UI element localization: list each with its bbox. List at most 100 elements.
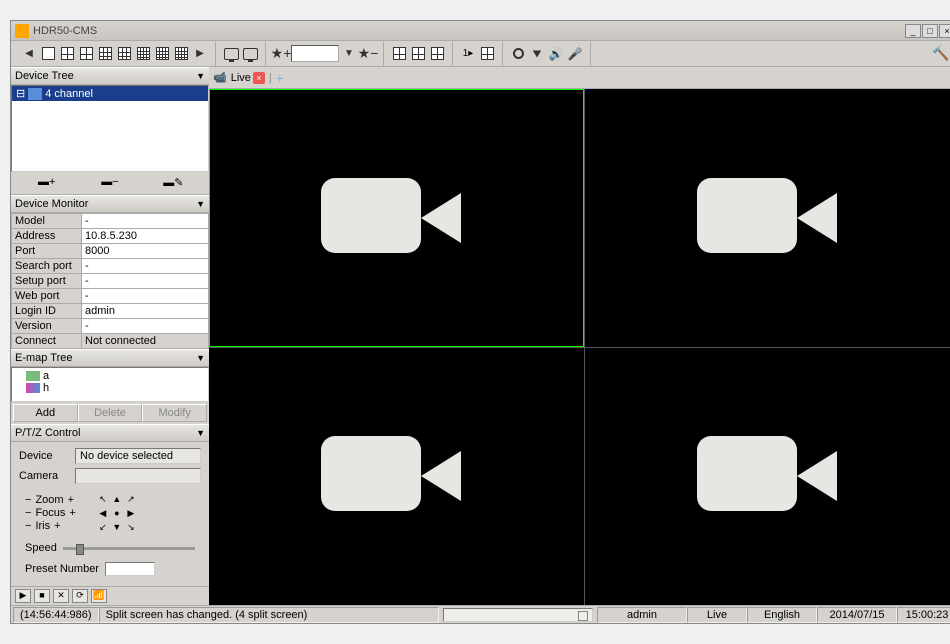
bottom-btn-3[interactable]: ✕ <box>53 589 69 603</box>
screen-settings-button[interactable] <box>241 45 259 63</box>
video-cell-4[interactable] <box>585 348 950 606</box>
map-icon <box>26 371 40 381</box>
focus-out-button[interactable]: − <box>25 507 31 519</box>
emap-item-a[interactable]: a <box>16 370 204 382</box>
add-device-button[interactable]: ▬+ <box>35 176 59 190</box>
ptz-direction-pad: ↖▲↗ ◀●▶ ↙▼↘ <box>96 492 138 534</box>
ptz-camera-value <box>75 468 201 484</box>
grid-button-2[interactable] <box>409 45 427 63</box>
ptz-left[interactable]: ◀ <box>96 506 110 520</box>
device-tree-header: Device Tree ▼ <box>11 67 209 85</box>
sidebar: Device Tree ▼ ⊟ 4 channel ▬+ ▬− ▬✎ Devic… <box>11 67 209 605</box>
zoom-in-button[interactable]: + <box>68 494 74 506</box>
emap-add-button[interactable]: Add <box>13 404 78 422</box>
status-date: 2014/07/15 <box>817 607 897 623</box>
snapshot-button[interactable] <box>528 45 546 63</box>
live-tab[interactable]: Live × <box>231 72 265 84</box>
minimize-button[interactable]: _ <box>905 24 921 38</box>
grid-button-1[interactable] <box>390 45 408 63</box>
close-tab-button[interactable]: × <box>253 72 265 84</box>
speaker-icon: 🔊 <box>549 47 564 61</box>
audio-button[interactable]: 🔊 <box>547 45 565 63</box>
collapse-icon[interactable]: ▼ <box>196 428 205 438</box>
grid-button-3[interactable] <box>428 45 446 63</box>
device-tree-toolbar: ▬+ ▬− ▬✎ <box>11 172 209 195</box>
layout-1p5-button[interactable] <box>77 45 95 63</box>
zoom-out-button[interactable]: − <box>25 494 31 506</box>
speed-label: Speed <box>25 542 57 554</box>
video-cell-1[interactable] <box>209 89 584 347</box>
focus-label: Focus <box>35 507 65 519</box>
iris-in-button[interactable]: + <box>54 520 60 532</box>
favorite-input[interactable] <box>291 45 339 62</box>
ptz-right[interactable]: ▶ <box>124 506 138 520</box>
ptz-center[interactable]: ● <box>110 506 124 520</box>
preset-input[interactable] <box>105 562 155 576</box>
settings-button[interactable]: 🔨 <box>932 45 950 63</box>
emap-header: E-map Tree ▼ <box>11 349 209 367</box>
iris-out-button[interactable]: − <box>25 520 31 532</box>
preset-label: Preset Number <box>25 563 99 575</box>
status-mode: Live <box>687 607 747 623</box>
ptz-panel: Device No device selected Camera −Zoom+ … <box>11 442 209 586</box>
bottom-btn-2[interactable]: ■ <box>34 589 50 603</box>
status-user: admin <box>597 607 687 623</box>
ptz-camera-label: Camera <box>19 470 69 482</box>
remove-favorite-button[interactable]: ★− <box>359 45 377 63</box>
layout-4x4-button[interactable] <box>134 45 152 63</box>
device-tree[interactable]: ⊟ 4 channel <box>11 85 209 172</box>
main-toolbar: ◀ ▶ ★+ ▼ ★− 1▸ <box>11 41 950 67</box>
layout-1x1-button[interactable] <box>39 45 57 63</box>
next-layout-button[interactable]: ▶ <box>191 45 209 63</box>
collapse-icon[interactable]: ▼ <box>196 199 205 209</box>
add-tab-button[interactable]: + <box>276 70 284 86</box>
device-monitor-header: Device Monitor ▼ <box>11 195 209 213</box>
emap-modify-button[interactable]: Modify <box>142 404 207 422</box>
layout-1p7-button[interactable] <box>115 45 133 63</box>
device-monitor-table: Model- Address10.8.5.230 Port8000 Search… <box>11 213 209 349</box>
page-grid-button[interactable] <box>478 45 496 63</box>
hammer-icon: 🔨 <box>932 45 949 62</box>
ptz-downleft[interactable]: ↙ <box>96 520 110 534</box>
close-button[interactable]: × <box>939 24 950 38</box>
video-area: 📹 Live × | + <box>209 67 950 605</box>
collapse-icon[interactable]: ▼ <box>196 71 205 81</box>
edit-device-button[interactable]: ▬✎ <box>161 176 185 190</box>
add-favorite-button[interactable]: ★+ <box>272 45 290 63</box>
emap-delete-button[interactable]: Delete <box>78 404 143 422</box>
focus-in-button[interactable]: + <box>69 507 75 519</box>
ptz-device-label: Device <box>19 450 69 462</box>
bottom-btn-1[interactable]: ▶ <box>15 589 31 603</box>
status-message: Split screen has changed. (4 split scree… <box>99 607 439 623</box>
layout-3x3-button[interactable] <box>96 45 114 63</box>
video-cell-3[interactable] <box>209 348 584 606</box>
ptz-up[interactable]: ▲ <box>110 492 124 506</box>
favorite-dropdown[interactable]: ▼ <box>340 45 358 63</box>
page-button[interactable]: 1▸ <box>459 45 477 63</box>
prev-layout-button[interactable]: ◀ <box>20 45 38 63</box>
collapse-icon[interactable]: ▼ <box>196 353 205 363</box>
mic-button[interactable]: 🎤 <box>566 45 584 63</box>
ptz-down[interactable]: ▼ <box>110 520 124 534</box>
layout-2x2-button[interactable] <box>58 45 76 63</box>
ptz-upleft[interactable]: ↖ <box>96 492 110 506</box>
maximize-button[interactable]: □ <box>922 24 938 38</box>
status-lang: English <box>747 607 817 623</box>
emap-tree[interactable]: a h <box>11 367 209 402</box>
bottom-btn-5[interactable]: 📶 <box>91 589 107 603</box>
tree-item-4channel[interactable]: ⊟ 4 channel <box>12 86 208 101</box>
emap-item-h[interactable]: h <box>16 382 204 394</box>
layout-6x6-button[interactable] <box>172 45 190 63</box>
layout-5x5-button[interactable] <box>153 45 171 63</box>
camera-icon: 📹 <box>213 71 227 84</box>
bottom-btn-4[interactable]: ⟳ <box>72 589 88 603</box>
video-cell-2[interactable] <box>585 89 950 347</box>
remove-device-button[interactable]: ▬− <box>98 176 122 190</box>
speed-slider[interactable] <box>63 547 195 550</box>
ptz-upright[interactable]: ↗ <box>124 492 138 506</box>
ptz-device-value: No device selected <box>75 448 201 464</box>
add-screen-button[interactable] <box>222 45 240 63</box>
ptz-downright[interactable]: ↘ <box>124 520 138 534</box>
sidebar-bottom-toolbar: ▶ ■ ✕ ⟳ 📶 <box>11 586 209 605</box>
record-button[interactable] <box>509 45 527 63</box>
